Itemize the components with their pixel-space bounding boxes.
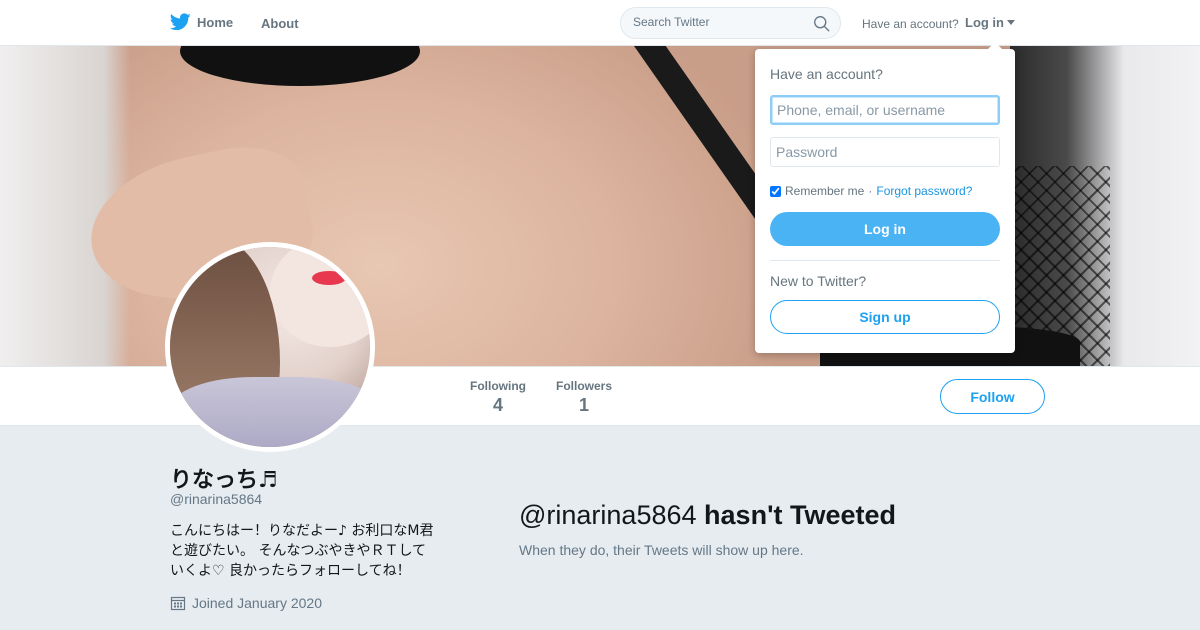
profile-joined: Joined January 2020	[170, 595, 322, 611]
profile-avatar[interactable]	[165, 242, 375, 452]
joined-label: Joined January 2020	[192, 595, 322, 611]
dropdown-arrow	[987, 42, 1003, 50]
login-dropdown: Have an account? Remember me · Forgot pa…	[755, 42, 1015, 353]
nav-home-label: Home	[197, 14, 234, 30]
have-account-text: Have an account?	[862, 17, 959, 31]
search-box	[620, 7, 841, 39]
remember-me-label[interactable]: Remember me	[785, 184, 864, 198]
following-count: 4	[492, 395, 503, 415]
search-input[interactable]	[633, 15, 803, 29]
empty-timeline-message: hasn't Tweeted	[704, 500, 896, 530]
top-navigation-bar: Home About Have an account? Log in	[0, 0, 1200, 46]
password-field[interactable]	[770, 137, 1000, 167]
profile-handle[interactable]: @rinarina5864	[170, 491, 262, 507]
nav-about-link[interactable]: About	[261, 16, 299, 31]
empty-timeline-subtext: When they do, their Tweets will show up …	[519, 542, 804, 558]
signup-button[interactable]: Sign up	[770, 300, 1000, 334]
profile-name: りなっち♬	[170, 468, 278, 493]
followers-label: Followers	[555, 379, 612, 393]
remember-separator: ·	[868, 184, 873, 198]
dropdown-divider	[770, 260, 1000, 261]
nav-home-link[interactable]: Home	[170, 13, 233, 31]
empty-timeline-handle: @rinarina5864	[519, 500, 697, 530]
twitter-bird-icon	[170, 13, 191, 31]
follow-button[interactable]: Follow	[940, 379, 1045, 414]
profile-bio: こんにちはー！りなだよー♪ お利口なM君と遊びたい。 そんなつぶやきやＲＴしてい…	[170, 523, 434, 579]
remember-me-checkbox[interactable]	[770, 185, 781, 197]
search-icon[interactable]	[813, 15, 830, 32]
new-to-twitter-text: New to Twitter?	[770, 273, 867, 289]
remember-me-row: Remember me · Forgot password?	[770, 184, 972, 198]
forgot-password-link[interactable]: Forgot password?	[876, 184, 972, 198]
avatar-lips-shape	[312, 271, 346, 285]
followers-stat[interactable]: Followers 1	[555, 379, 613, 416]
avatar-clothing-shape	[170, 377, 370, 447]
followers-count: 1	[578, 395, 589, 415]
login-button[interactable]: Log in	[770, 212, 1000, 246]
login-toggle-label: Log in	[965, 15, 1004, 30]
calendar-icon	[170, 596, 186, 611]
username-field[interactable]	[770, 95, 1000, 125]
following-stat[interactable]: Following 4	[470, 379, 526, 416]
dropdown-title: Have an account?	[770, 66, 883, 82]
following-label: Following	[470, 379, 526, 393]
empty-timeline-title: @rinarina5864 hasn't Tweeted	[519, 500, 896, 531]
caret-down-icon	[1007, 20, 1015, 25]
login-dropdown-toggle[interactable]: Log in	[965, 15, 1015, 30]
